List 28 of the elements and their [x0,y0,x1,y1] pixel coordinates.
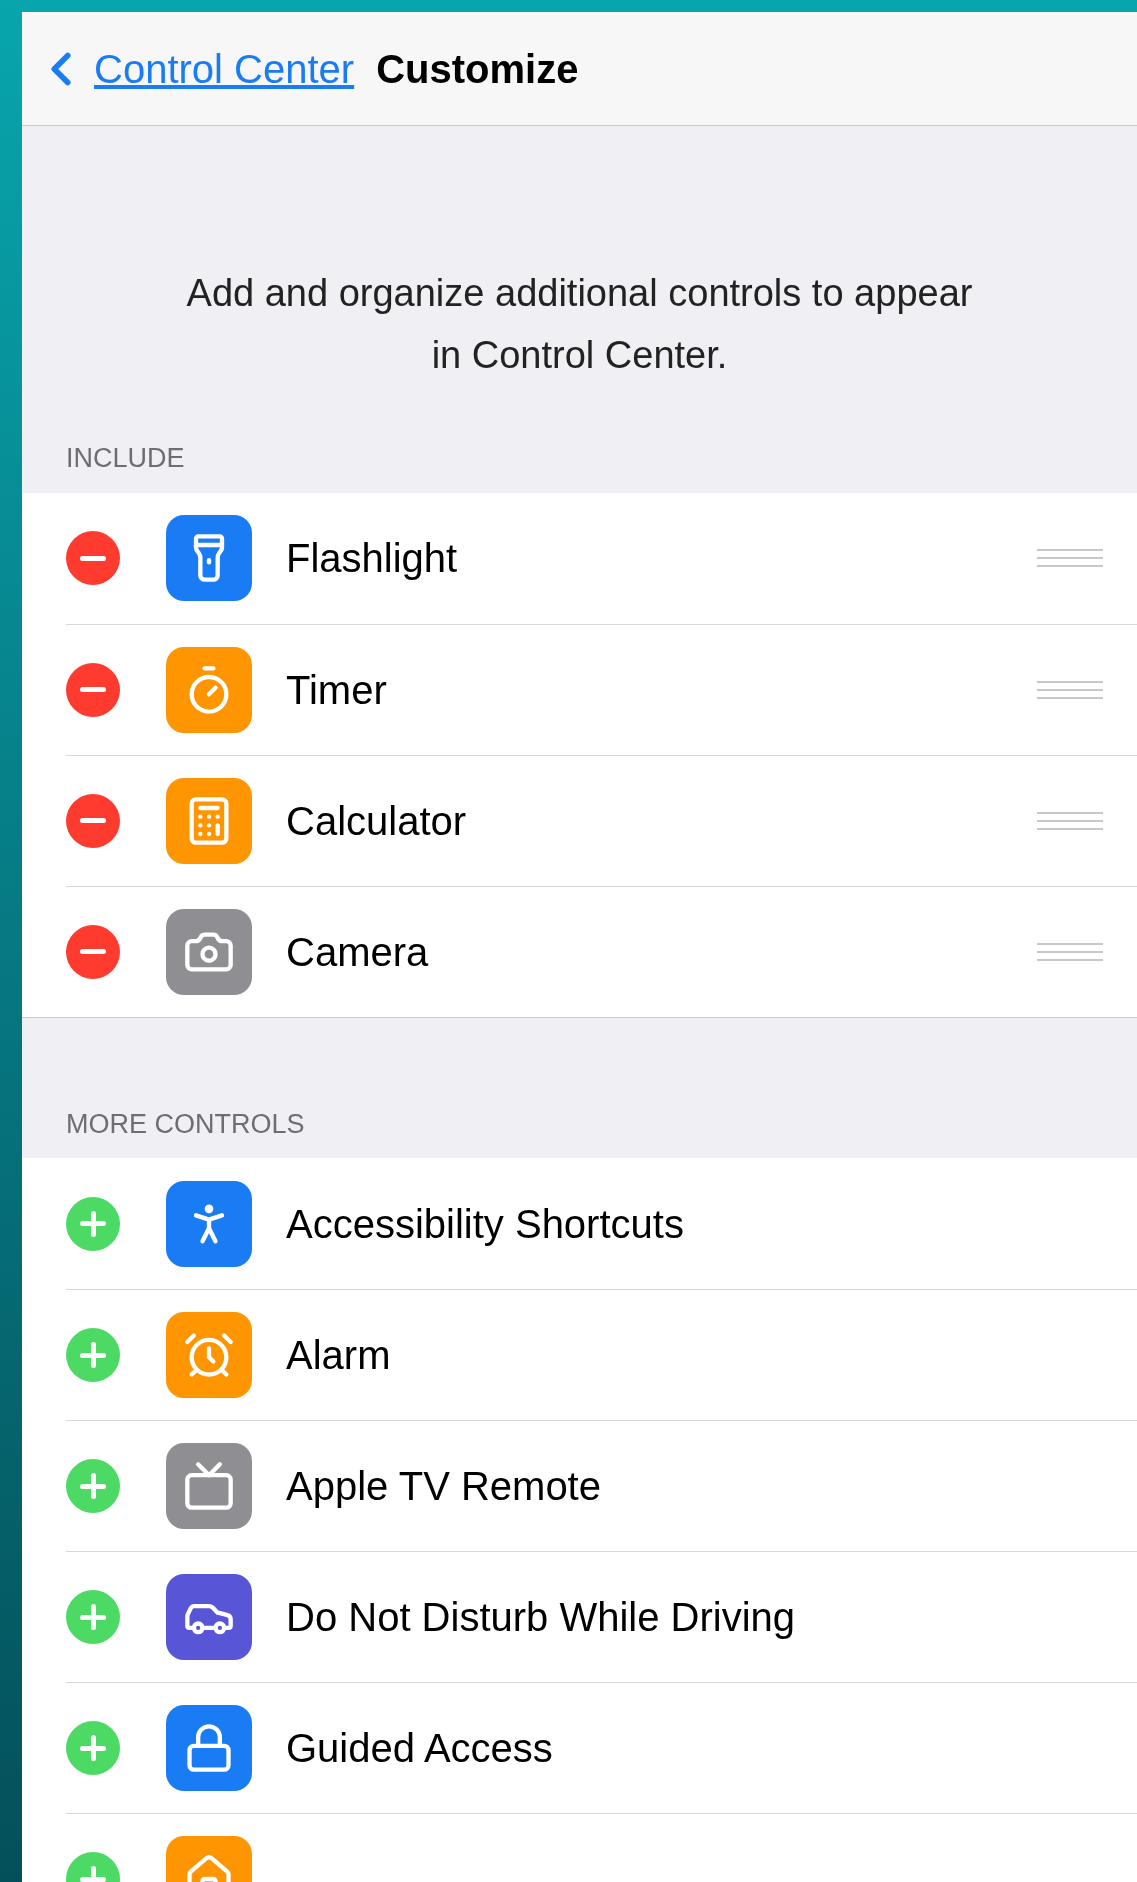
control-label: Accessibility Shortcuts [286,1200,684,1248]
add-button[interactable] [66,1196,120,1251]
section-header: INCLUDE [66,443,185,473]
reorder-handle-icon[interactable] [1037,549,1103,567]
remove-button[interactable] [66,793,120,848]
control-label: Apple TV Remote [286,1463,601,1510]
control-label: Calculator [286,797,467,845]
control-label: Do Not Disturb While Driving [286,1594,796,1641]
reorder-handle-icon[interactable] [1037,942,1103,961]
page-title: Customize [376,45,579,93]
reorder-handle-icon[interactable] [1037,811,1103,830]
back-link[interactable]: Control Center [44,38,355,99]
control-label: Alarm [286,1332,391,1379]
reorder-handle-icon[interactable] [1037,680,1103,699]
add-button[interactable] [66,1590,120,1644]
add-button[interactable] [66,1721,120,1775]
control-label: Timer [286,666,387,714]
control-label: Guided Access [286,1725,553,1772]
remove-button[interactable] [66,662,120,717]
add-button[interactable] [66,1328,120,1382]
control-label: Camera [286,928,429,976]
add-button[interactable] [66,1459,120,1513]
description-text: Add and organize additional controls to appear in Control Center. [185,271,974,378]
remove-button[interactable] [66,924,120,979]
section-header: MORE CONTROLS [66,1108,305,1139]
control-label: Flashlight [286,535,458,582]
remove-button[interactable] [66,531,120,585]
tv-icon [183,1460,235,1512]
